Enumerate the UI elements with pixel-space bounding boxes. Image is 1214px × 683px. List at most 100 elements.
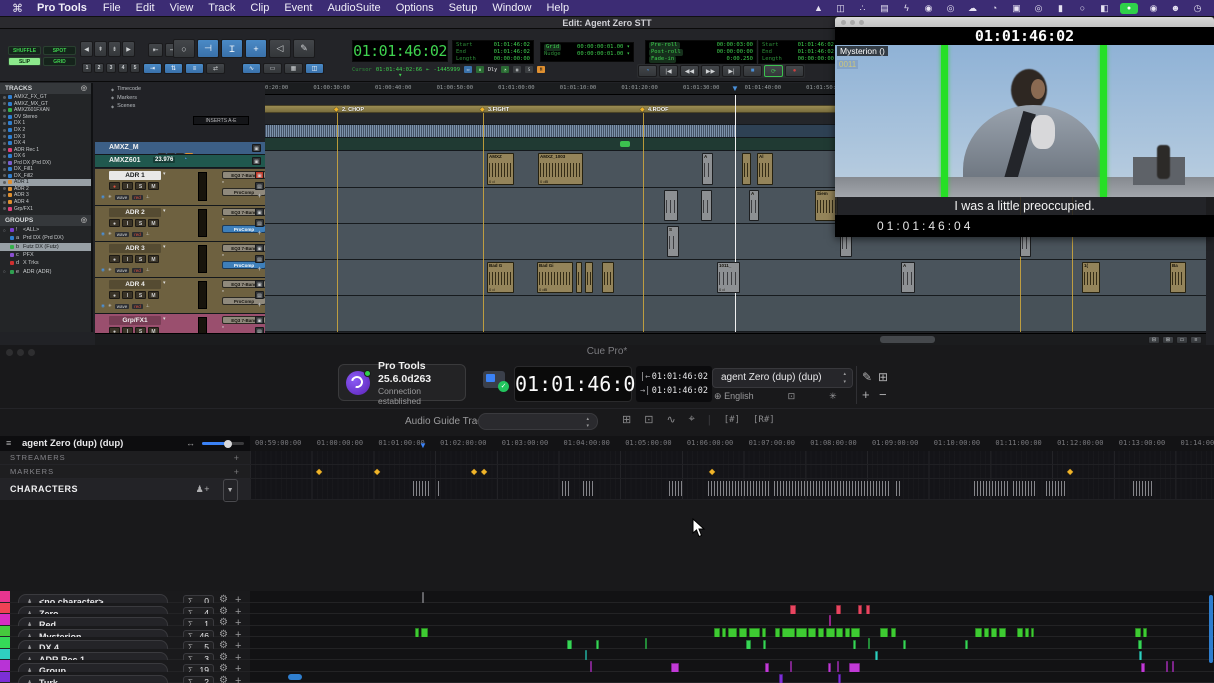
clip[interactable] [701, 190, 712, 221]
zoom-preset-b-button[interactable]: ⊞ [1162, 336, 1174, 344]
track-name[interactable]: Grp/FX1 [109, 316, 161, 325]
track-caret-icon[interactable]: ▾ [163, 244, 166, 250]
audio-guide-track-select[interactable]: ▴▾ [478, 413, 598, 430]
view-wave-selector[interactable]: wave [115, 304, 130, 309]
character-row-group[interactable]: ♟GroupΣ19⚙+ [0, 660, 1214, 672]
comments-button[interactable]: ▤ [255, 219, 264, 227]
view-red-selector[interactable]: red [132, 268, 143, 273]
app-menu[interactable]: Pro Tools [37, 2, 87, 14]
cue-marker-diamond-icon[interactable]: ◆ [316, 467, 322, 476]
group-pfx[interactable]: cPFX [0, 251, 91, 259]
clip-1[interactable]: 1( [1082, 262, 1100, 293]
automation-icon[interactable]: ◉ [101, 231, 105, 237]
groups-menu-icon[interactable]: ◎ [81, 215, 87, 226]
timeline-selection[interactable] [265, 125, 735, 137]
grid-mode-button[interactable]: GRID [43, 57, 76, 66]
solo-button[interactable]: S [135, 255, 146, 263]
mute-button[interactable]: M [148, 255, 159, 263]
zoom-preset-2-button[interactable]: 2 [94, 63, 104, 73]
group-futz-dx-futz[interactable]: bFutz DX (Futz) [0, 243, 91, 251]
tracks-panel-header[interactable]: TRACKS◎ [0, 83, 91, 94]
track-view-button[interactable]: ▣ [252, 157, 261, 165]
zoom-in-icon[interactable]: ▶ [122, 41, 135, 57]
zoom-preset-a-button[interactable]: ⊟ [1148, 336, 1160, 344]
auto-renumber-icon[interactable]: [R#] [753, 415, 775, 425]
track-caret-icon[interactable]: ▾ [163, 208, 166, 214]
clip-amxz-1003[interactable]: AMXZ_10030 dB [538, 153, 583, 185]
track-caret-icon[interactable]: ▾ [163, 171, 166, 177]
play-button[interactable]: ⟳ [764, 65, 783, 77]
track-name[interactable]: ADR 3 [109, 244, 161, 253]
track-header-adr-2[interactable]: ADR 2▾●ISM◉✳wavered⊥EQ3 7-BandProComp*▣▤… [95, 206, 265, 242]
pencil-tool-button[interactable]: ✎ [293, 39, 315, 58]
track-view-button[interactable]: ▣ [252, 144, 261, 152]
track-name[interactable]: ADR 4 [109, 280, 161, 289]
character-name-pill[interactable]: ♟Turk [18, 675, 168, 683]
add-button[interactable]: + [862, 387, 870, 402]
character-row-adr-rec-1[interactable]: ♟ADR Rec 1Σ3⚙+ [0, 649, 1214, 661]
add-insert-button[interactable]: + [255, 230, 264, 238]
insertion-follows-button[interactable]: ⇄ [206, 63, 225, 74]
remove-button[interactable]: − [879, 387, 887, 402]
level-icon[interactable]: ⊥ [146, 231, 150, 237]
menu-item-track[interactable]: Track [208, 2, 235, 14]
fit-to-window-button[interactable]: ▭ [1176, 336, 1188, 344]
character-lane-adr-rec-1[interactable] [250, 649, 1214, 660]
track-header-amxz601[interactable]: AMXZ60123.976◔▣ [95, 155, 265, 168]
cue-clip[interactable] [779, 674, 783, 683]
zoom-slider[interactable] [202, 442, 244, 445]
duplicate-icon[interactable]: ⊞ [878, 370, 888, 384]
add-marker-icon[interactable]: + [234, 465, 240, 479]
cue-marker-diamond-icon[interactable]: ◆ [471, 467, 477, 476]
timeline-insertion-icon[interactable]: ▮ [476, 66, 484, 73]
link-track-edit-button[interactable]: ≡ [185, 63, 204, 74]
cue-marker-diamond-icon[interactable]: ◆ [374, 467, 380, 476]
menu-item-audiosuite[interactable]: AudioSuite [327, 2, 380, 14]
window-tile-icon[interactable]: ◫ [834, 3, 847, 14]
cue-clip[interactable] [838, 674, 841, 683]
add-streamer-icon[interactable]: + [234, 451, 240, 465]
character-row-zero[interactable]: ♟ZeroΣ4⚙+ [0, 603, 1214, 615]
elastic-icon[interactable]: ✳ [108, 267, 112, 273]
program-select[interactable]: agent Zero (dup) (dup)▴▾ [712, 368, 853, 388]
mute-button[interactable]: M [148, 291, 159, 299]
clip[interactable] [576, 262, 582, 293]
dots-grid-icon[interactable]: ∴ [856, 3, 869, 14]
input-monitor-button[interactable]: I [122, 219, 133, 227]
maximize-icon[interactable] [859, 20, 864, 25]
clip-1011[interactable]: 1011_0 d [717, 262, 740, 293]
comments-button[interactable]: ▤ [255, 255, 264, 263]
mute-indicator[interactable]: M [537, 66, 545, 73]
online-button[interactable]: ◔ [638, 65, 657, 77]
clip[interactable] [742, 153, 751, 185]
record-enable-button[interactable]: ● [109, 219, 120, 227]
cue-ruler[interactable]: 00:59:00:0001:00:00:0001:01:00:0001:02:0… [250, 436, 1214, 451]
zoom-out-icon[interactable]: ◀ [80, 41, 93, 57]
comments-button[interactable]: ▤ [255, 291, 264, 299]
renumber-icon[interactable]: [#] [724, 415, 740, 425]
go-to-end-button[interactable]: ▶| [722, 65, 741, 77]
link-timeline-edit-button[interactable]: ⇅ [164, 63, 183, 74]
audio-zoom-icon[interactable]: ⇞ [94, 41, 107, 57]
track-header-adr-1[interactable]: ADR 1▾●ISM◉✳wavered⊥EQ3 7-BandProComp*▣▤… [95, 169, 265, 206]
zoom-preset-4-button[interactable]: 4 [118, 63, 128, 73]
globe-icon[interactable]: ◔ [988, 3, 1001, 13]
box-icon[interactable]: ▣ [1010, 3, 1023, 14]
swirl-icon[interactable]: ◎ [944, 3, 957, 14]
automation-link-button[interactable]: ∿ [242, 63, 261, 74]
add-insert-button[interactable]: + [255, 193, 264, 201]
peak-icon[interactable]: ▲ [812, 3, 825, 13]
clip-ba[interactable]: Ba [1170, 262, 1186, 293]
group-x-trks[interactable]: dX Trks [0, 259, 91, 267]
track-name[interactable]: ADR 2 [109, 208, 161, 217]
bottom-scroll-thumb[interactable] [288, 674, 302, 680]
menu-item-setup[interactable]: Setup [449, 2, 478, 14]
selector-tool-button[interactable]: Ɪ [221, 39, 243, 58]
minimize-icon[interactable] [17, 349, 24, 356]
character-row-turk[interactable]: ♟TurkΣ2⚙+ [0, 672, 1214, 683]
record-safe-button[interactable]: ▣ [255, 316, 264, 324]
marker-diamond-icon[interactable]: ◆ [480, 106, 485, 113]
horizontal-zoom-icon[interactable]: ⇤ [148, 43, 163, 57]
automation-icon[interactable]: ◉ [101, 303, 105, 309]
input-monitor-button[interactable]: I [122, 255, 133, 263]
